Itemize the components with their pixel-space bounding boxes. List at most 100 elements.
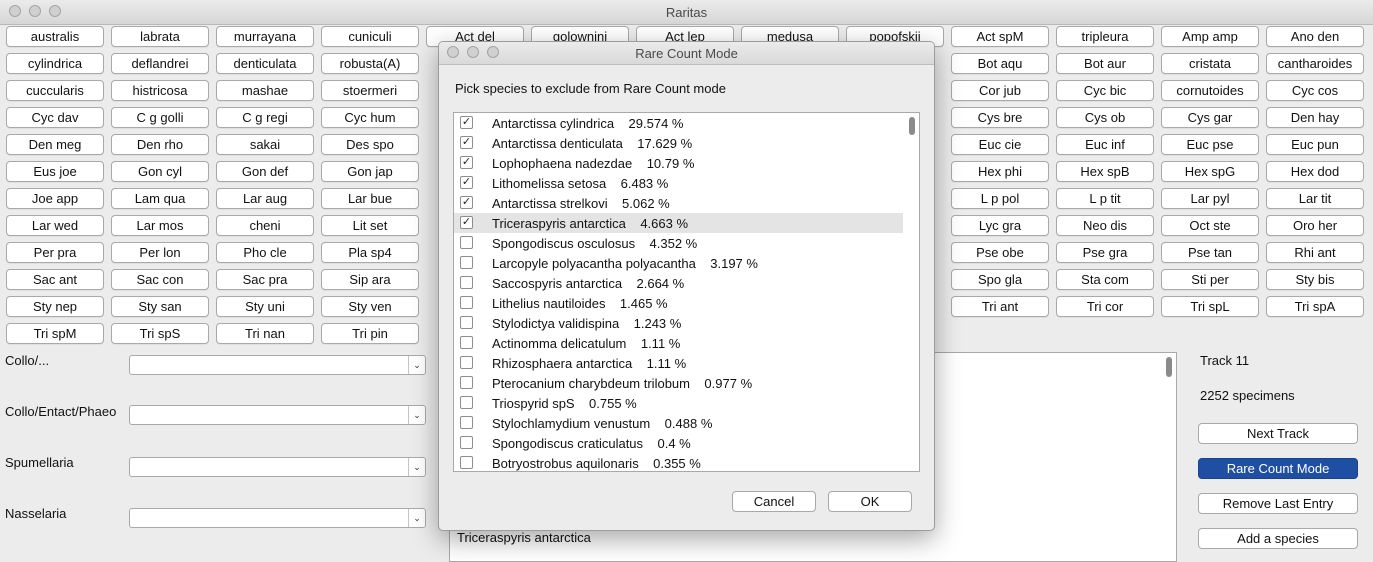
species-button[interactable]: sakai xyxy=(216,134,314,155)
species-button[interactable]: cuniculi xyxy=(321,26,419,47)
species-button[interactable]: Gon cyl xyxy=(111,161,209,182)
species-button[interactable]: Euc inf xyxy=(1056,134,1154,155)
species-button[interactable]: labrata xyxy=(111,26,209,47)
species-button[interactable]: Per pra xyxy=(6,242,104,263)
log-scrollbar[interactable] xyxy=(1166,357,1172,377)
species-button[interactable]: Rhi ant xyxy=(1266,242,1364,263)
species-button[interactable]: Hex spB xyxy=(1056,161,1154,182)
exclude-checkbox[interactable] xyxy=(460,236,473,249)
exclude-checkbox[interactable]: ✓ xyxy=(460,116,473,129)
species-button[interactable]: Amp amp xyxy=(1161,26,1259,47)
species-button[interactable]: Sty ven xyxy=(321,296,419,317)
species-button[interactable]: Sty uni xyxy=(216,296,314,317)
species-button[interactable]: Sip ara xyxy=(321,269,419,290)
species-button[interactable]: Tri spA xyxy=(1266,296,1364,317)
species-button[interactable]: robusta(A) xyxy=(321,53,419,74)
species-button[interactable]: cantharoides xyxy=(1266,53,1364,74)
species-button[interactable]: Lar bue xyxy=(321,188,419,209)
species-button[interactable]: Cyc dav xyxy=(6,107,104,128)
exclude-checkbox[interactable] xyxy=(460,456,473,469)
species-button[interactable]: Euc pse xyxy=(1161,134,1259,155)
exclude-checkbox[interactable] xyxy=(460,336,473,349)
exclude-checkbox[interactable]: ✓ xyxy=(460,196,473,209)
species-list-row[interactable]: Spongodiscus craticulatus 0.4 % xyxy=(454,433,903,453)
species-button[interactable]: Hex phi xyxy=(951,161,1049,182)
species-button[interactable]: Cyc hum xyxy=(321,107,419,128)
species-button[interactable]: Sac pra xyxy=(216,269,314,290)
species-button[interactable]: Lam qua xyxy=(111,188,209,209)
exclude-checkbox[interactable] xyxy=(460,316,473,329)
collo-combo[interactable]: ⌄ xyxy=(129,355,426,375)
species-button[interactable]: C g golli xyxy=(111,107,209,128)
species-button[interactable]: Lar wed xyxy=(6,215,104,236)
species-button[interactable]: Tri nan xyxy=(216,323,314,344)
species-list-row[interactable]: Stylochlamydium venustum 0.488 % xyxy=(454,413,903,433)
rare-count-mode-button[interactable]: Rare Count Mode xyxy=(1198,458,1358,479)
species-button[interactable]: Lyc gra xyxy=(951,215,1049,236)
species-button[interactable]: stoermeri xyxy=(321,80,419,101)
species-button[interactable]: Gon jap xyxy=(321,161,419,182)
species-button[interactable]: Cys ob xyxy=(1056,107,1154,128)
species-button[interactable]: cristata xyxy=(1161,53,1259,74)
species-button[interactable]: Pse obe xyxy=(951,242,1049,263)
species-list-row[interactable]: Stylodictya validispina 1.243 % xyxy=(454,313,903,333)
species-button[interactable]: L p pol xyxy=(951,188,1049,209)
species-button[interactable]: australis xyxy=(6,26,104,47)
species-list-row[interactable]: Actinomma delicatulum 1.11 % xyxy=(454,333,903,353)
species-list-row[interactable]: ✓ Antarctissa cylindrica 29.574 % xyxy=(454,113,903,133)
chevron-down-icon[interactable]: ⌄ xyxy=(408,406,425,424)
exclude-checkbox[interactable]: ✓ xyxy=(460,216,473,229)
ok-button[interactable]: OK xyxy=(828,491,912,512)
species-button[interactable]: Ano den xyxy=(1266,26,1364,47)
exclude-checkbox[interactable] xyxy=(460,296,473,309)
exclude-checkbox[interactable] xyxy=(460,356,473,369)
species-button[interactable]: Pse gra xyxy=(1056,242,1154,263)
species-button[interactable]: Sac con xyxy=(111,269,209,290)
species-button[interactable]: L p tit xyxy=(1056,188,1154,209)
cancel-button[interactable]: Cancel xyxy=(732,491,816,512)
exclude-checkbox[interactable] xyxy=(460,376,473,389)
exclude-checkbox[interactable]: ✓ xyxy=(460,156,473,169)
species-button[interactable]: Tri pin xyxy=(321,323,419,344)
species-button[interactable]: Sty nep xyxy=(6,296,104,317)
species-button[interactable]: Euc pun xyxy=(1266,134,1364,155)
species-button[interactable]: Des spo xyxy=(321,134,419,155)
species-button[interactable]: Lar mos xyxy=(111,215,209,236)
species-button[interactable]: Bot aqu xyxy=(951,53,1049,74)
species-button[interactable]: cylindrica xyxy=(6,53,104,74)
species-button[interactable]: Oro her xyxy=(1266,215,1364,236)
species-button[interactable]: Lit set xyxy=(321,215,419,236)
species-button[interactable]: cornutoides xyxy=(1161,80,1259,101)
species-button[interactable]: Hex dod xyxy=(1266,161,1364,182)
species-button[interactable]: Sac ant xyxy=(6,269,104,290)
species-button[interactable]: Tri spM xyxy=(6,323,104,344)
species-button[interactable]: Lar aug xyxy=(216,188,314,209)
species-button[interactable]: Per lon xyxy=(111,242,209,263)
species-button[interactable]: Tri ant xyxy=(951,296,1049,317)
species-list-row[interactable]: Lithelius nautiloides 1.465 % xyxy=(454,293,903,313)
species-button[interactable]: Den meg xyxy=(6,134,104,155)
exclude-checkbox[interactable]: ✓ xyxy=(460,176,473,189)
add-species-button[interactable]: Add a species xyxy=(1198,528,1358,549)
species-button[interactable]: Joe app xyxy=(6,188,104,209)
species-button[interactable]: Hex spG xyxy=(1161,161,1259,182)
species-list-row[interactable]: ✓ Lithomelissa setosa 6.483 % xyxy=(454,173,903,193)
species-button[interactable]: Pho cle xyxy=(216,242,314,263)
exclude-checkbox[interactable] xyxy=(460,276,473,289)
species-button[interactable]: Pse tan xyxy=(1161,242,1259,263)
species-button[interactable]: cheni xyxy=(216,215,314,236)
exclude-checkbox[interactable] xyxy=(460,256,473,269)
exclude-checkbox[interactable]: ✓ xyxy=(460,136,473,149)
species-button[interactable]: Cys bre xyxy=(951,107,1049,128)
species-list-row[interactable]: ✓ Triceraspyris antarctica 4.663 % xyxy=(454,213,903,233)
exclude-checkbox[interactable] xyxy=(460,436,473,449)
species-button[interactable]: cuccularis xyxy=(6,80,104,101)
species-list-row[interactable]: ✓ Lophophaena nadezdae 10.79 % xyxy=(454,153,903,173)
species-button[interactable]: Cyc cos xyxy=(1266,80,1364,101)
species-button[interactable]: Den hay xyxy=(1266,107,1364,128)
species-button[interactable]: deflandrei xyxy=(111,53,209,74)
species-list-row[interactable]: Triospyrid spS 0.755 % xyxy=(454,393,903,413)
remove-last-entry-button[interactable]: Remove Last Entry xyxy=(1198,493,1358,514)
chevron-down-icon[interactable]: ⌄ xyxy=(408,509,425,527)
species-button[interactable]: Tri cor xyxy=(1056,296,1154,317)
